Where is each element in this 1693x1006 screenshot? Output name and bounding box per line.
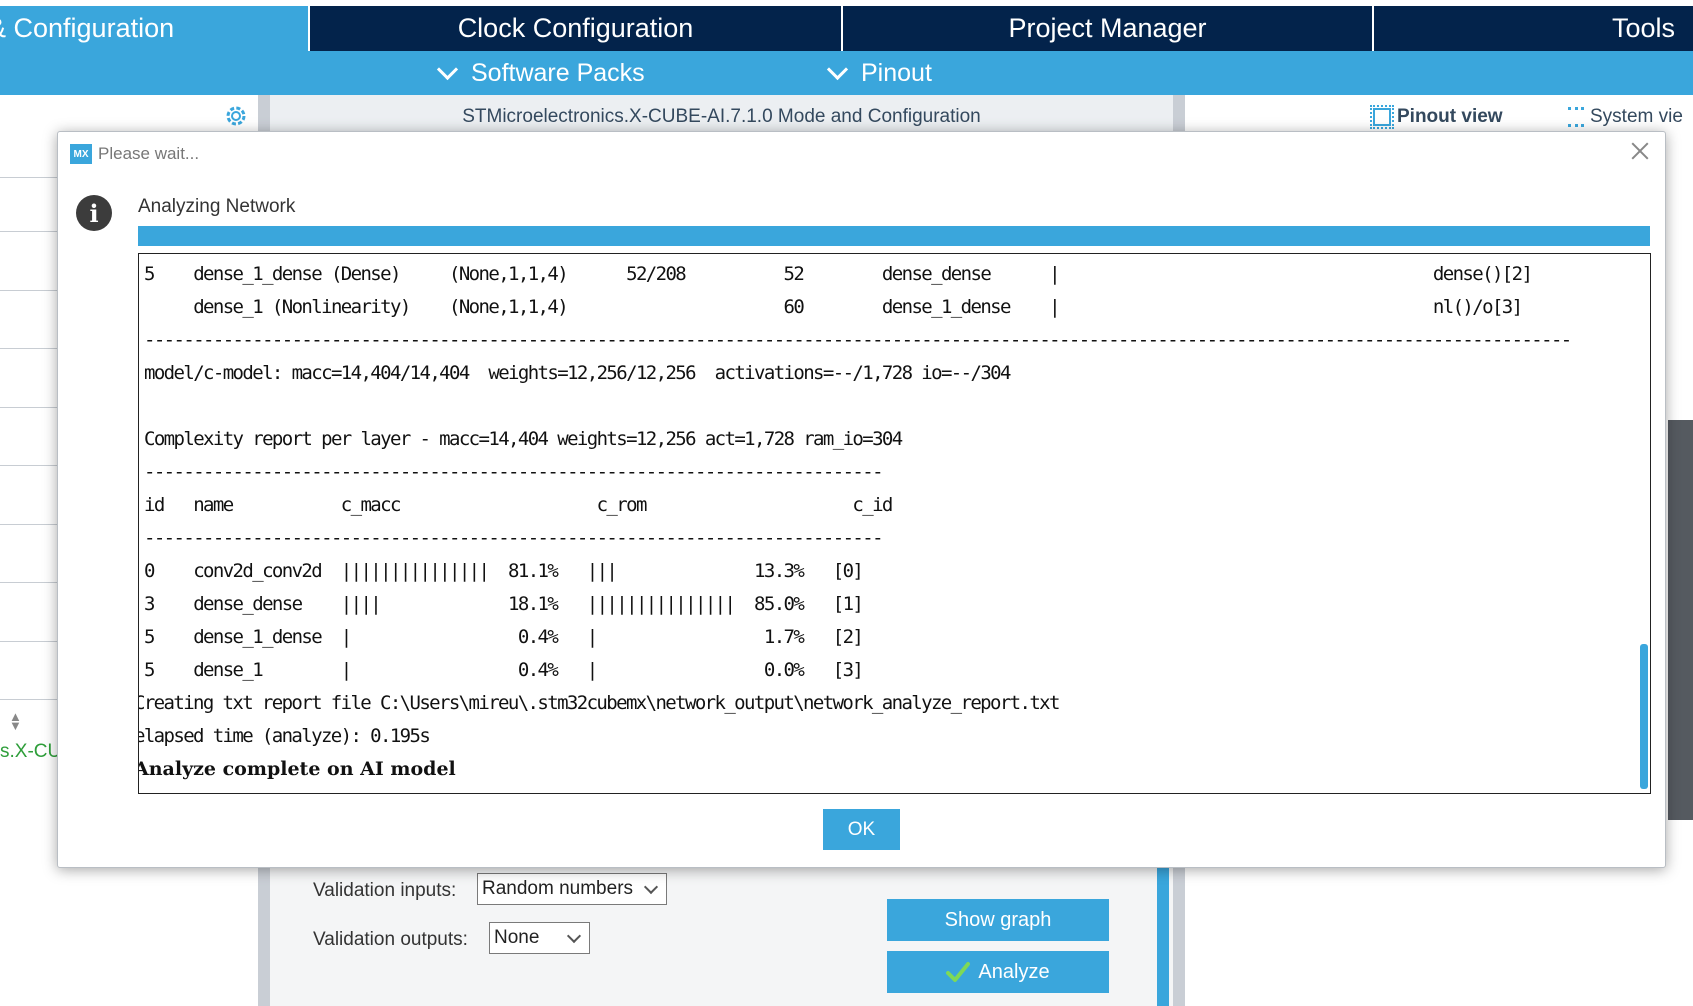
log-complete-line: Analyze complete on AI model bbox=[138, 758, 456, 780]
chevron-down-icon bbox=[826, 58, 849, 80]
chevron-down-icon bbox=[643, 879, 659, 895]
progress-bar bbox=[138, 226, 1650, 246]
log-line: 5 dense_1_dense (Dense) (None,1,1,4) 52/… bbox=[144, 263, 1533, 285]
log-line: Creating txt report file C:\Users\mireu\… bbox=[138, 692, 1060, 714]
log-line: 5 dense_1_dense | 0.4% | 1.7% [2] bbox=[144, 626, 864, 648]
log-lines: 5 dense_1_dense (Dense) (None,1,1,4) 52/… bbox=[139, 258, 1630, 786]
validation-outputs-select[interactable]: None bbox=[489, 922, 590, 954]
software-packs-menu[interactable]: Software Packs bbox=[436, 51, 645, 95]
validation-outputs-label: Validation outputs: bbox=[313, 929, 468, 950]
validation-inputs-value: Random numbers bbox=[482, 878, 634, 899]
sub-menu-bar: Software Packs Pinout bbox=[0, 51, 1693, 95]
tab-label: Project Manager bbox=[1008, 13, 1207, 43]
list-icon bbox=[1568, 107, 1584, 127]
analyze-button[interactable]: Analyze bbox=[887, 951, 1109, 993]
system-view-label: System vie bbox=[1590, 106, 1683, 127]
validation-inputs-label: Validation inputs: bbox=[313, 880, 457, 901]
analysis-log[interactable]: 5 dense_1_dense (Dense) (None,1,1,4) 52/… bbox=[138, 253, 1651, 794]
checkmark-icon bbox=[946, 962, 971, 982]
log-line: ----------------------------------------… bbox=[144, 329, 1572, 351]
gear-icon[interactable] bbox=[223, 103, 249, 129]
log-line: 3 dense_dense |||| 18.1% |||||||||||||||… bbox=[144, 593, 864, 615]
log-line: elapsed time (analyze): 0.195s bbox=[138, 725, 431, 747]
validation-inputs-select[interactable]: Random numbers bbox=[477, 873, 667, 905]
chevron-down-icon bbox=[436, 58, 459, 80]
log-scrollbar[interactable] bbox=[1640, 644, 1648, 789]
pinout-label: Pinout bbox=[861, 58, 932, 87]
log-line: model/c-model: macc=14,404/14,404 weight… bbox=[144, 362, 1011, 384]
ok-label: OK bbox=[847, 818, 876, 840]
log-line: dense_1 (Nonlinearity) (None,1,1,4) 60 d… bbox=[144, 296, 1523, 318]
log-line: 5 dense_1 | 0.4% | 0.0% [3] bbox=[144, 659, 864, 681]
show-graph-button[interactable]: Show graph bbox=[887, 899, 1109, 941]
pinout-menu[interactable]: Pinout bbox=[826, 51, 932, 95]
log-line: id name c_macc c_rom c_id bbox=[144, 494, 893, 516]
log-line: Complexity report per layer - macc=14,40… bbox=[144, 428, 903, 450]
progress-fill bbox=[138, 226, 1650, 246]
chip-package-edge bbox=[1668, 420, 1693, 820]
tab-label: Tools bbox=[1611, 13, 1675, 43]
mode-config-title: STMicroelectronics.X-CUBE-AI.7.1.0 Mode … bbox=[462, 106, 981, 127]
validation-outputs-value: None bbox=[494, 927, 540, 948]
tab-tools[interactable]: Tools bbox=[1374, 6, 1693, 51]
dialog-title: Please wait... bbox=[98, 144, 200, 163]
log-line: ----------------------------------------… bbox=[144, 527, 884, 549]
show-graph-label: Show graph bbox=[944, 908, 1052, 931]
analyze-label: Analyze bbox=[978, 960, 1050, 983]
dialog-title-bar: MX Please wait... bbox=[70, 142, 199, 166]
stm32cubemx-logo: MX bbox=[70, 144, 92, 164]
please-wait-dialog: MX Please wait... i Analyzing Network 5 … bbox=[57, 131, 1666, 868]
top-tab-bar: & Configuration Clock Configuration Proj… bbox=[0, 0, 1693, 51]
ok-button[interactable]: OK bbox=[823, 809, 900, 850]
pinout-view-label: Pinout view bbox=[1397, 106, 1503, 127]
dialog-heading: Analyzing Network bbox=[138, 196, 296, 217]
info-icon: i bbox=[76, 195, 112, 231]
close-icon[interactable] bbox=[1629, 140, 1651, 162]
tab-label: & Configuration bbox=[0, 13, 175, 43]
software-packs-label: Software Packs bbox=[471, 58, 645, 87]
tab-pinout-configuration[interactable]: & Configuration bbox=[0, 6, 308, 51]
chevron-down-icon bbox=[566, 928, 582, 944]
software-pack-item[interactable]: s.X-CU bbox=[0, 741, 61, 763]
log-line: ----------------------------------------… bbox=[144, 461, 884, 483]
tab-clock-configuration[interactable]: Clock Configuration bbox=[310, 6, 841, 51]
chip-icon bbox=[1370, 105, 1394, 129]
tab-label: Clock Configuration bbox=[457, 13, 694, 43]
sort-icon[interactable]: ▲ ▼ bbox=[9, 710, 22, 732]
tab-project-manager[interactable]: Project Manager bbox=[843, 6, 1372, 51]
scroll-indicator bbox=[1157, 860, 1169, 1006]
log-line: 0 conv2d_conv2d ||||||||||||||| 81.1% ||… bbox=[144, 560, 864, 582]
